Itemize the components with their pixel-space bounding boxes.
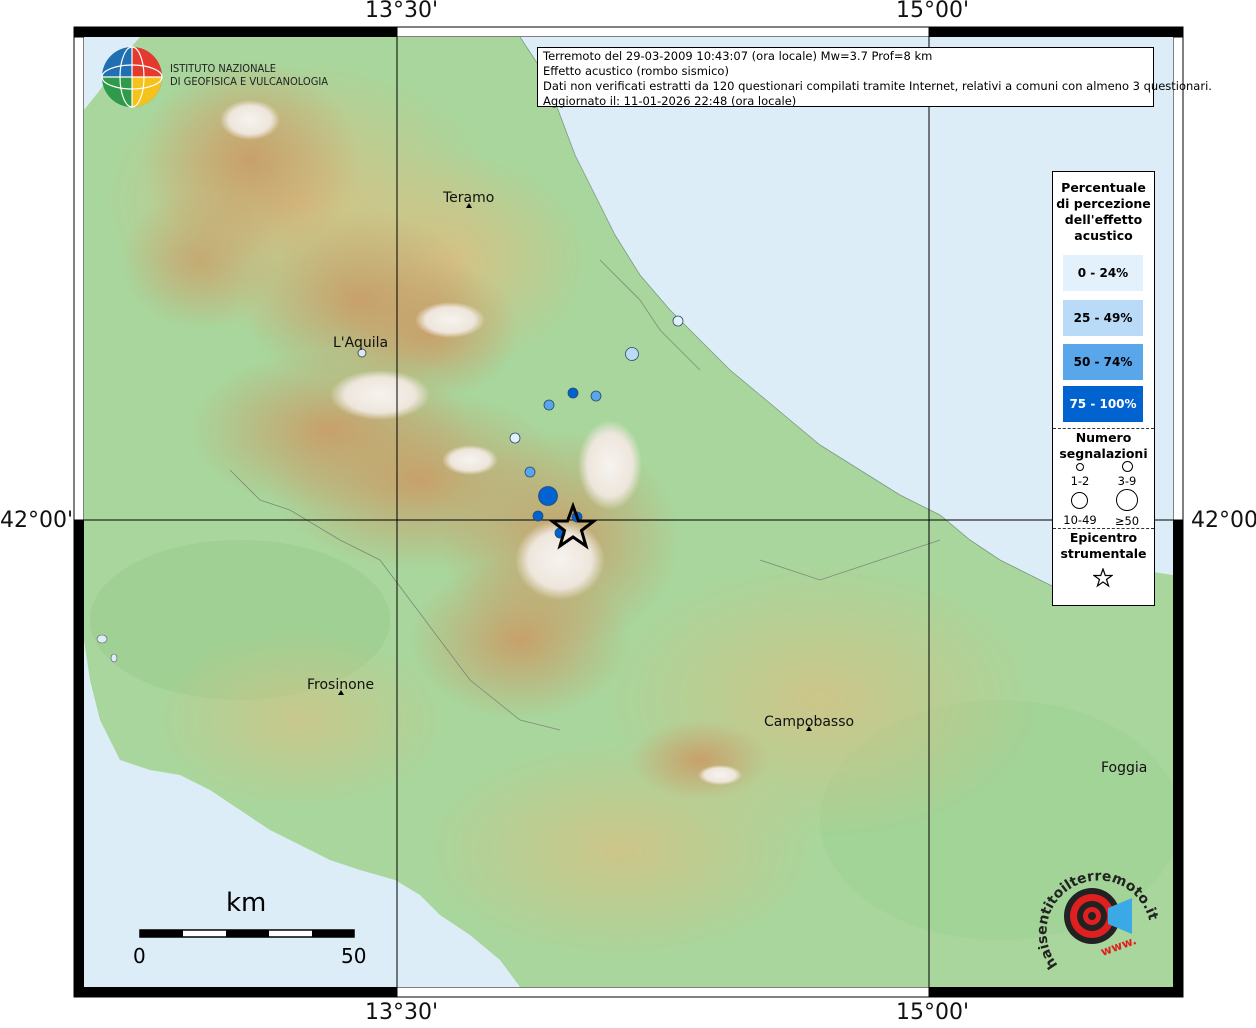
svg-text:haisentitoilterremoto.it: haisentitoilterremoto.it	[1038, 868, 1161, 971]
city-label-laquila: L'Aquila	[333, 335, 389, 351]
survey-point	[524, 466, 536, 478]
terrain	[84, 37, 1173, 987]
legend-epi-title-1: Epicentro	[1069, 530, 1138, 545]
legend-title-4: acustico	[1074, 228, 1133, 243]
ring-small-icon	[1076, 463, 1084, 471]
scale-unit-label: km	[226, 888, 267, 918]
legend-class-0-24: 0 - 24%	[1063, 255, 1143, 291]
survey-point	[543, 399, 555, 411]
ring-medium-icon	[1122, 461, 1133, 472]
legend-count-title-1: Numero	[1075, 430, 1132, 445]
lon-label-top-2: 15°00'	[896, 0, 970, 23]
legend-title-1: Percentuale	[1061, 180, 1146, 195]
city-label-foggia: Foggia	[1101, 760, 1148, 776]
legend-divider-2	[1053, 528, 1154, 529]
watermark-text: haisentitoilterremoto.it	[1034, 868, 1161, 971]
survey-point	[625, 347, 639, 361]
lat-label-left: 42°00'	[0, 508, 74, 533]
lon-label-top-1: 13°30'	[365, 0, 439, 23]
update-time: Aggiornato il: 11-01-2026 22:48 (ora loc…	[543, 94, 797, 108]
survey-point	[672, 315, 684, 327]
city-label-teramo: Teramo	[443, 190, 495, 206]
survey-point	[538, 486, 558, 506]
legend: Percentuale di percezione dell'effetto a…	[1052, 171, 1155, 606]
map-figure: 13°30' 15°00' 13°30' 15°00' 42°00' 42°00…	[0, 0, 1256, 1025]
legend-class-75-100: 75 - 100%	[1063, 386, 1143, 422]
legend-epi-title-2: strumentale	[1060, 546, 1147, 561]
ingv-logo-line2: DI GEOFISICA E VULCANOLOGIA	[170, 75, 329, 88]
ingv-logo-text: ISTITUTO NAZIONALE DI GEOFISICA E VULCAN…	[170, 62, 328, 88]
event-info-box: Terremoto del 29-03-2009 10:43:07 (ora l…	[537, 47, 1212, 108]
event-title: Terremoto del 29-03-2009 10:43:07 (ora l…	[543, 49, 933, 63]
legend-star-icon	[1093, 568, 1113, 588]
legend-count-10-49: 10-49	[1063, 513, 1097, 527]
legend-title-2: di percezione	[1056, 196, 1151, 211]
survey-point	[567, 387, 579, 399]
survey-point	[590, 390, 602, 402]
legend-class-25-49: 25 - 49%	[1063, 300, 1143, 336]
legend-count-3-9: 3-9	[1117, 474, 1137, 488]
legend-title-3: dell'effetto	[1064, 212, 1143, 227]
scale-min-label: 0	[133, 944, 146, 968]
scale-max-label: 50	[341, 944, 367, 968]
ring-large-icon	[1071, 492, 1088, 509]
effect-type: Effetto acustico (rombo sismico)	[543, 64, 729, 78]
legend-count-1-2: 1-2	[1070, 474, 1090, 488]
ring-xlarge-icon	[1116, 489, 1138, 511]
ingv-logo-icon	[101, 46, 163, 108]
ingv-logo-line1: ISTITUTO NAZIONALE	[170, 62, 277, 75]
lon-label-bottom-1: 13°30'	[365, 1000, 439, 1025]
legend-class-50-74: 50 - 74%	[1063, 344, 1143, 380]
scale-bar	[139, 929, 355, 938]
survey-point	[532, 510, 544, 522]
legend-count-title-2: segnalazioni	[1059, 446, 1148, 461]
city-label-campobasso: Campobasso	[764, 714, 855, 730]
lon-label-bottom-2: 15°00'	[896, 1000, 970, 1025]
haisentito-watermark: haisentitoilterremoto.it www.	[1034, 855, 1168, 985]
survey-point	[509, 432, 521, 444]
city-label-frosinone: Frosinone	[307, 677, 375, 693]
legend-count-50-plus: ≥50	[1114, 514, 1140, 528]
legend-divider	[1053, 428, 1154, 429]
lat-label-right: 42°00'	[1191, 508, 1256, 533]
data-note: Dati non verificati estratti da 120 ques…	[543, 79, 1212, 93]
